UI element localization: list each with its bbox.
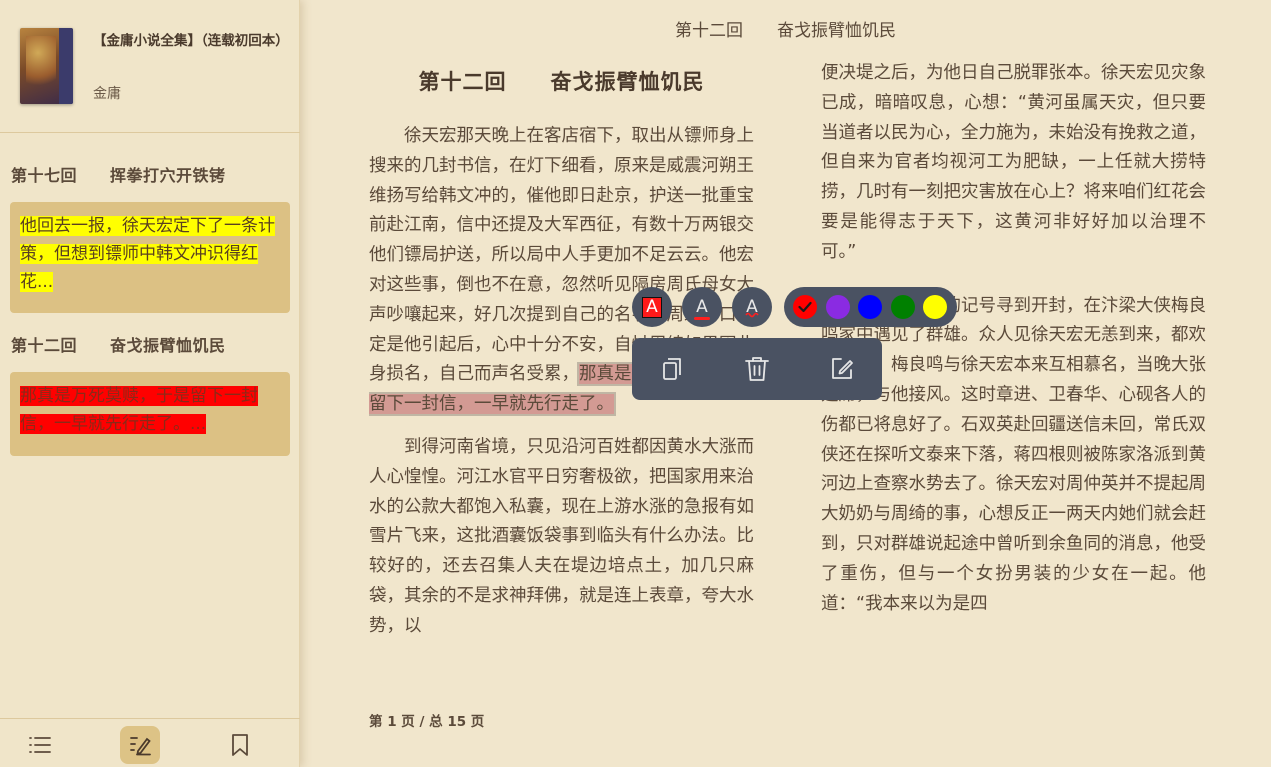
note-chapter-title: 第十七回 挥拳打穴开铁铐	[11, 166, 226, 185]
note-chapter-title: 第十二回 奋戈振臂恤饥民	[11, 336, 226, 355]
color-picker	[784, 287, 957, 327]
color-swatch-purple[interactable]	[826, 295, 850, 319]
bookmark-icon	[232, 734, 248, 756]
underline-icon: A	[694, 296, 710, 320]
copy-icon	[663, 358, 681, 380]
list-icon	[29, 737, 51, 753]
edit-note-button[interactable]	[824, 351, 860, 387]
highlight-style-button[interactable]: A	[632, 287, 672, 327]
chapter-heading: 第十二回 奋戈振臂恤饥民	[418, 70, 705, 94]
underline-style-button[interactable]: A	[682, 287, 722, 327]
squiggle-style-button[interactable]: A	[732, 287, 772, 327]
selection-action-bar	[632, 338, 882, 400]
sidebar-footer	[0, 718, 300, 767]
color-swatch-red[interactable]	[793, 295, 817, 319]
book-author: 金庸	[93, 86, 121, 102]
book-cover[interactable]	[20, 28, 73, 104]
cover-spine	[59, 28, 73, 104]
note-excerpt: 他回去一报，徐天宏定下了一条计策，但想到镖师中韩文冲识得红花...	[20, 216, 275, 292]
reader-header-title: 第十二回 奋戈振臂恤饥民	[675, 21, 896, 41]
note-card[interactable]: 他回去一报，徐天宏定下了一条计策，但想到镖师中韩文冲识得红花...	[10, 202, 290, 313]
delete-button[interactable]	[739, 351, 775, 387]
notes-icon	[130, 737, 151, 756]
paragraph[interactable]: 到得河南省境，只见沿河百姓都因黄水大涨而人心惶惶。河江水官平日穷奢极欲，把国家用…	[369, 433, 754, 642]
cover-art	[26, 36, 56, 92]
color-swatch-yellow[interactable]	[923, 295, 947, 319]
squiggle-mark	[745, 312, 759, 318]
copy-button[interactable]	[654, 351, 690, 387]
notes-button[interactable]	[120, 726, 160, 764]
color-swatch-blue[interactable]	[858, 295, 882, 319]
color-swatch-green[interactable]	[891, 295, 915, 319]
highlight-icon: A	[642, 296, 662, 318]
edit-icon	[832, 358, 853, 379]
paragraph[interactable]: 便决堤之后，为他日自己脱罪张本。徐天宏见灾象已成，暗暗叹息，心想：“黄河虽属天灾…	[821, 59, 1206, 268]
delete-icon	[745, 357, 769, 381]
book-header: 【金庸小说全集】（连载初回本） 金庸	[0, 0, 300, 133]
notes-sidebar: 【金庸小说全集】（连载初回本） 金庸 第十七回 挥拳打穴开铁铐 他回去一报，徐天…	[0, 0, 300, 767]
page-indicator: 第 1 页 / 总 15 页	[369, 714, 485, 730]
note-card[interactable]: 那真是万死莫赎，于是留下一封信，一早就先行走了。...	[10, 372, 290, 456]
bookmark-button[interactable]	[220, 726, 260, 764]
toc-button[interactable]	[20, 726, 60, 764]
check-icon	[798, 301, 812, 313]
book-title: 【金庸小说全集】（连载初回本）	[93, 33, 289, 49]
note-excerpt: 那真是万死莫赎，于是留下一封信，一早就先行走了。...	[20, 386, 258, 434]
